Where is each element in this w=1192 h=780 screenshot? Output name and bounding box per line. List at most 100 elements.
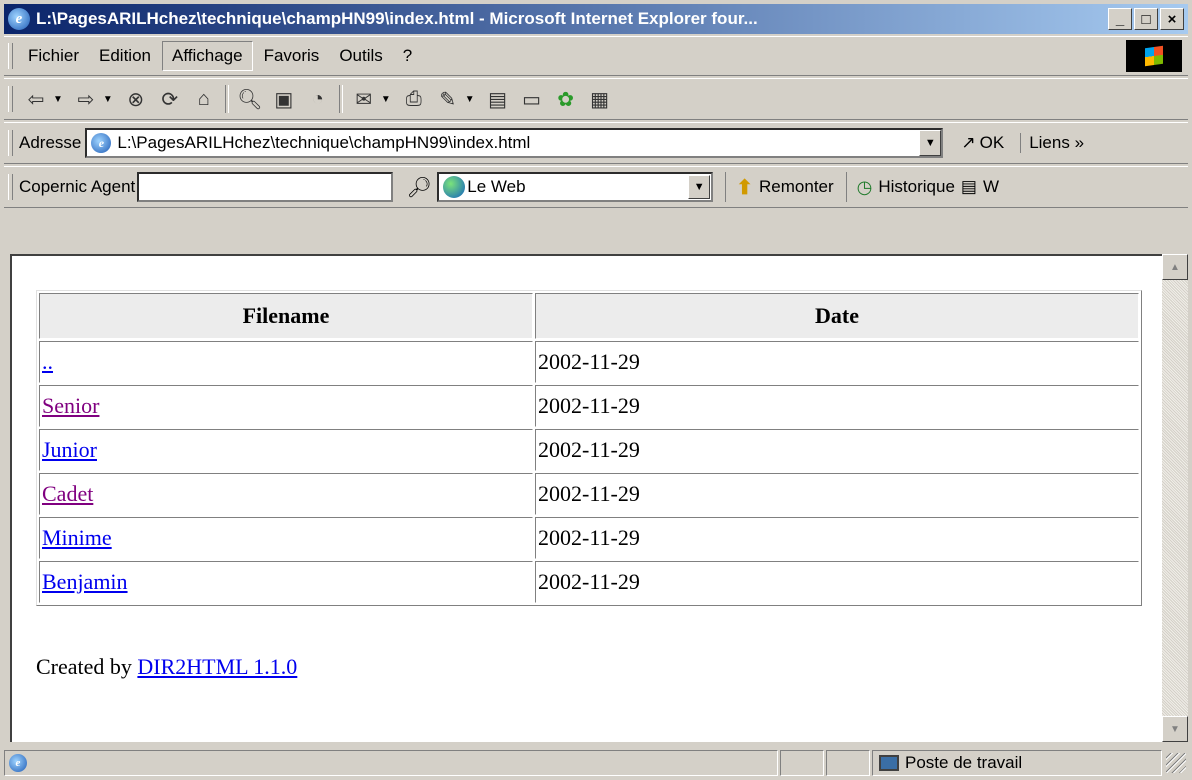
maximize-button[interactable]: □ (1134, 8, 1158, 30)
table-row: Senior 2002-11-29 (39, 385, 1139, 427)
chevron-right-icon: » (1074, 133, 1085, 152)
mail-icon[interactable]: ✉ (351, 86, 377, 112)
file-link-cadet[interactable]: Cadet (42, 481, 93, 506)
menu-bar: Fichier Edition Affichage Favoris Outils… (4, 36, 1188, 76)
go-button[interactable]: ↗ OK (961, 133, 1004, 153)
credit-prefix: Created by (36, 654, 132, 679)
table-row: Junior 2002-11-29 (39, 429, 1139, 471)
toolbar-separator (224, 85, 229, 113)
file-link-junior[interactable]: Junior (42, 437, 97, 462)
historique-label: Historique (878, 177, 955, 196)
minimize-button[interactable]: _ (1108, 8, 1132, 30)
copernic-search-input[interactable] (137, 172, 394, 202)
filename-cell: Senior (39, 385, 533, 427)
search-icon[interactable]: 🔍︎ (237, 86, 263, 112)
ie-icon[interactable]: e (8, 8, 30, 30)
menu-favoris[interactable]: Favoris (255, 42, 329, 70)
home-icon[interactable]: ⌂ (191, 86, 217, 112)
go-arrow-icon: ↗ (961, 133, 976, 152)
forward-icon[interactable]: ⇨ (73, 86, 99, 112)
windows-logo-icon (1126, 40, 1182, 72)
date-cell: 2002-11-29 (535, 341, 1139, 383)
links-label: Liens (1029, 133, 1070, 152)
navigation-toolbar: ⇦ ▼ ⇨ ▼ ⊗ ⟳ ⌂ 🔍︎ ▣ ◔ ✉ ▼ ⎙ ✎ ▼ ▤ ▭ ✿ ▦ (4, 78, 1188, 120)
page-content: Filename Date .. 2002-11-29 Senior 2002-… (10, 254, 1162, 742)
filename-cell: Minime (39, 517, 533, 559)
scroll-down-icon[interactable]: ▼ (1162, 716, 1188, 742)
file-link-benjamin[interactable]: Benjamin (42, 569, 128, 594)
close-button[interactable]: × (1160, 8, 1184, 30)
refresh-icon[interactable]: ⟳ (157, 86, 183, 112)
toolbar-grip[interactable] (8, 43, 13, 69)
status-bar: e Poste de travail (4, 746, 1188, 780)
remonter-button[interactable]: ⬆ Remonter (725, 172, 834, 202)
dir2html-link[interactable]: DIR2HTML 1.1.0 (137, 654, 297, 679)
toolbar-grip[interactable] (8, 130, 13, 156)
forward-dropdown-icon[interactable]: ▼ (103, 94, 113, 105)
address-field[interactable]: e L:\PagesARILHchez\technique\champHN99\… (85, 128, 944, 158)
vertical-scrollbar[interactable]: ▲ ▼ (1162, 254, 1188, 742)
address-value[interactable]: L:\PagesARILHchez\technique\champHN99\in… (117, 133, 919, 153)
truncated-button[interactable]: ▤ W (961, 172, 999, 202)
icq-icon[interactable]: ✿ (553, 86, 579, 112)
messenger-icon[interactable]: ▦ (587, 86, 613, 112)
back-icon[interactable]: ⇦ (23, 86, 49, 112)
resize-grip-icon[interactable] (1166, 753, 1186, 773)
go-label: OK (979, 133, 1005, 152)
edit-icon[interactable]: ✎ (435, 86, 461, 112)
status-text-pane: e (4, 750, 778, 776)
filename-cell: Cadet (39, 473, 533, 515)
computer-icon (879, 755, 899, 771)
back-dropdown-icon[interactable]: ▼ (53, 94, 63, 105)
credit-line: Created by DIR2HTML 1.1.0 (36, 654, 297, 680)
history-icon[interactable]: ◔ (305, 86, 331, 112)
date-cell: 2002-11-29 (535, 473, 1139, 515)
menu-fichier[interactable]: Fichier (19, 42, 88, 70)
document-icon: ▤ (960, 177, 977, 196)
address-bar: Adresse e L:\PagesARILHchez\technique\ch… (4, 122, 1188, 164)
title-bar[interactable]: e L:\PagesARILHchez\technique\champHN99\… (4, 4, 1188, 34)
table-row: Cadet 2002-11-29 (39, 473, 1139, 515)
zone-pane: Poste de travail (872, 750, 1162, 776)
engine-dropdown-icon[interactable]: ▼ (688, 175, 711, 199)
file-link-senior[interactable]: Senior (42, 393, 99, 418)
folder-icon[interactable]: ▭ (519, 86, 545, 112)
search-engine-value: Le Web (467, 177, 526, 196)
links-button[interactable]: Liens » (1020, 133, 1084, 153)
date-cell: 2002-11-29 (535, 517, 1139, 559)
copernic-agent-bar: Copernic Agent 🔎︎ Le Web ▼ ⬆ Remonter ◷ … (4, 166, 1188, 208)
magnifier-icon[interactable]: 🔎︎ (405, 173, 433, 201)
filename-cell: Junior (39, 429, 533, 471)
table-header-row: Filename Date (39, 293, 1139, 339)
toolbar-grip[interactable] (8, 86, 13, 112)
favorites-icon[interactable]: ▣ (271, 86, 297, 112)
historique-button[interactable]: ◷ Historique (845, 172, 955, 202)
column-header-date: Date (535, 293, 1139, 339)
menu-edition[interactable]: Edition (90, 42, 160, 70)
menu-affichage[interactable]: Affichage (162, 41, 253, 71)
window-controls: _ □ × (1108, 8, 1184, 30)
search-engine-select[interactable]: Le Web ▼ (437, 172, 714, 202)
address-label: Adresse (19, 133, 82, 152)
table-row: .. 2002-11-29 (39, 341, 1139, 383)
stop-icon[interactable]: ⊗ (123, 86, 149, 112)
menu-help[interactable]: ? (394, 42, 421, 70)
page-status-icon: e (9, 754, 27, 772)
filename-cell: Benjamin (39, 561, 533, 603)
toolbar-grip[interactable] (8, 174, 13, 200)
copernic-agent-label: Copernic Agent (19, 177, 136, 196)
edit-dropdown-icon[interactable]: ▼ (465, 94, 475, 105)
page-icon: e (91, 133, 112, 153)
file-link-minime[interactable]: Minime (42, 525, 112, 550)
status-pane (826, 750, 870, 776)
globe-icon (443, 176, 466, 198)
print-icon[interactable]: ⎙ (401, 86, 427, 112)
menu-outils[interactable]: Outils (330, 42, 391, 70)
mail-dropdown-icon[interactable]: ▼ (381, 94, 391, 105)
scroll-up-icon[interactable]: ▲ (1162, 254, 1188, 280)
file-link-parent[interactable]: .. (42, 349, 53, 374)
date-cell: 2002-11-29 (535, 385, 1139, 427)
discuss-icon[interactable]: ▤ (485, 86, 511, 112)
browser-window: e L:\PagesARILHchez\technique\champHN99\… (0, 0, 1192, 780)
address-dropdown-icon[interactable]: ▼ (919, 130, 942, 156)
